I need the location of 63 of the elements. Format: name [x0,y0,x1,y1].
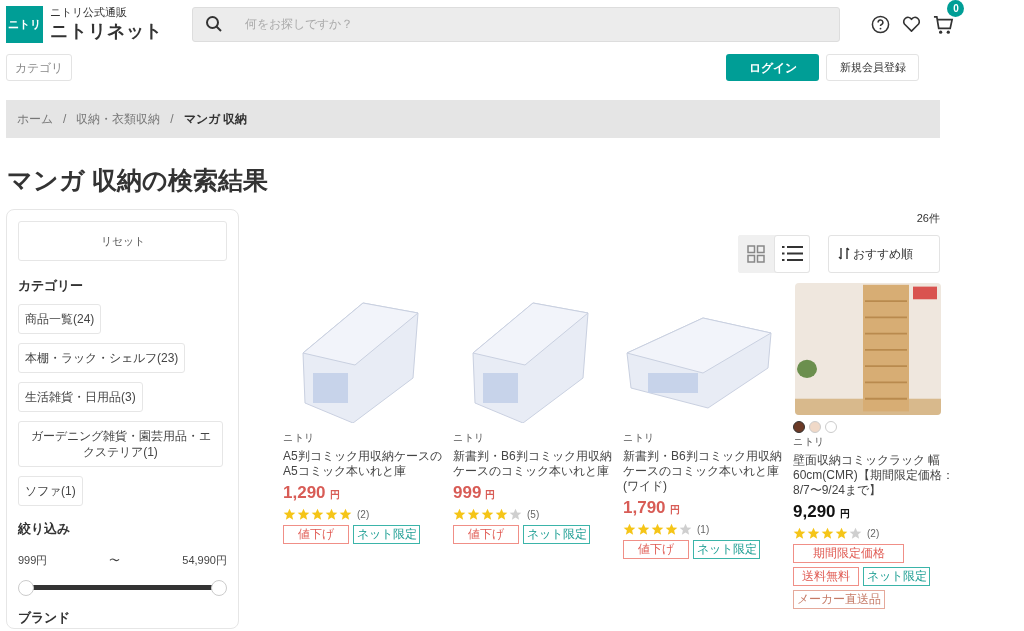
sort-dropdown[interactable]: おすすめ順 [828,234,940,273]
breadcrumb-separator: / [170,111,174,128]
slider-handle[interactable] [18,579,34,596]
product-brand: ニトリ [793,435,826,448]
cart-icon[interactable] [933,13,955,35]
product-price: 9,290 円 [793,500,851,523]
category-chip[interactable]: 本棚・ラック・シェルフ(23) [18,342,186,373]
product-tag: ネット限定 [353,524,420,544]
filter-heading: 絞り込み [18,519,71,538]
help-icon[interactable] [871,14,891,34]
category-heading: カテゴリー [18,277,84,295]
product-tag: 送料無料 [793,566,859,586]
product-name[interactable]: 新書判・B6判コミック用収納ケースのコミック本いれと庫 [453,448,615,479]
review-count: (2) [867,526,880,541]
product-tag: メーカー直送品 [793,589,885,609]
product-brand: ニトリ [453,431,486,444]
price-slider[interactable] [18,579,227,596]
price-min: 999円 [18,553,48,568]
category-chip[interactable]: 商品一覧(24) [18,303,102,334]
product-tag: ネット限定 [523,524,590,544]
category-button[interactable]: カテゴリ [6,54,72,81]
logo-subtitle: ニトリ公式通販 [50,5,128,20]
list-icon [781,245,803,262]
register-button[interactable]: 新規会員登録 [826,54,919,81]
category-chip[interactable]: ソファ(1) [18,475,83,506]
category-chip[interactable]: ガーデニング雑貨・園芸用品・エクステリア(1) [18,420,223,467]
product-price: 1,790 円 [623,496,681,519]
review-count: (2) [357,507,370,522]
product-tag: 値下げ [453,524,519,544]
product-name[interactable]: 新書判・B6判コミック用収納ケースのコミック本いれと庫(ワイド) [623,448,785,494]
review-count: (1) [697,522,710,537]
product-tag: 値下げ [623,539,689,559]
page-title: マンガ 収納の検索結果 [7,165,269,196]
result-count: 26件 [916,211,940,226]
cart-count-badge: 0 [947,0,965,17]
product-tag: ネット限定 [863,566,930,586]
brand-heading: ブランド [18,608,71,627]
category-chip[interactable]: 生活雑貨・日用品(3) [18,381,143,412]
heart-icon[interactable] [902,15,922,33]
price-max: 54,990円 [182,553,227,568]
product-price: 1,290 円 [283,481,341,504]
product-price: 999 円 [453,481,497,504]
product-tag: 期間限定価格 [793,543,904,563]
price-separator: 〜 [109,553,121,568]
breadcrumb-separator: / [63,111,67,128]
search-icon [205,14,224,33]
breadcrumb-link[interactable]: 収納・衣類収納 [76,110,161,128]
sort-icon [838,247,850,260]
review-count: (5) [527,507,540,522]
product-name[interactable]: 壁面収納コミックラック 幅60cm(CMR)【期間限定価格：8/7〜9/24まで】 [793,452,955,498]
product-brand: ニトリ [283,431,316,444]
reset-button[interactable]: リセット [18,221,227,261]
view-toggle-button[interactable] [774,234,810,273]
color-swatch[interactable] [793,420,805,433]
logo-title[interactable]: ニトリネット [50,19,164,43]
bookshelf-photo[interactable] [795,282,941,415]
product-tag: 値下げ [283,524,349,544]
product-brand: ニトリ [623,431,656,444]
product-tag: ネット限定 [693,539,760,559]
breadcrumb-link[interactable]: ホーム [17,110,53,128]
slider-handle[interactable] [211,579,227,596]
grid-icon [747,244,765,263]
product-name[interactable]: A5判コミック用収納ケースのA5コミック本いれと庫 [283,448,445,479]
